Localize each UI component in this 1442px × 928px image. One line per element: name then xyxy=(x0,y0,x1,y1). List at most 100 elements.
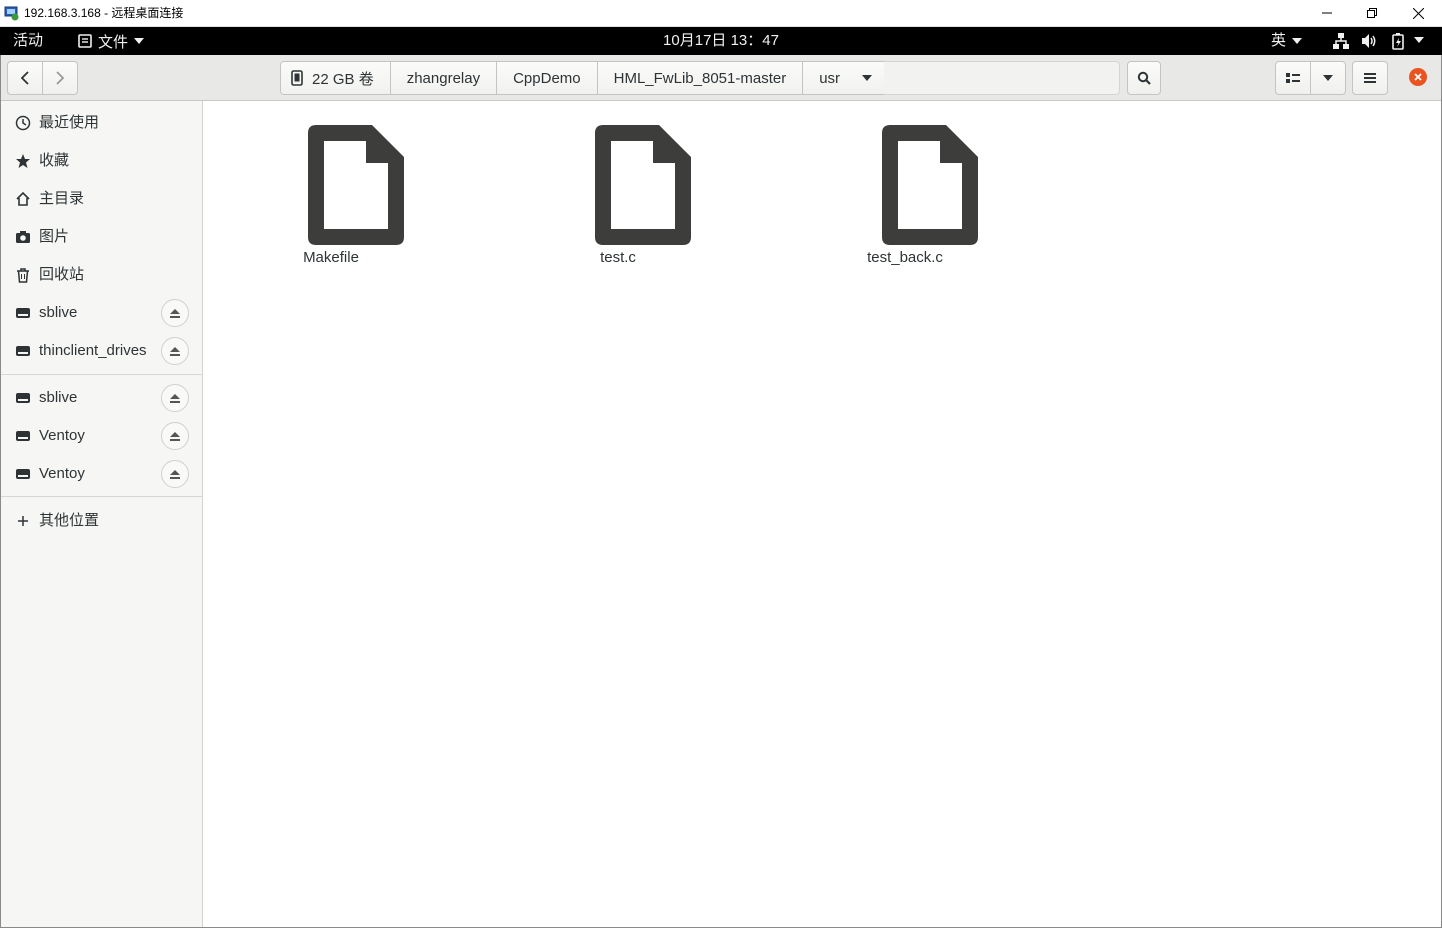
eject-icon xyxy=(170,431,180,441)
path-crumb-hml-fwlib[interactable]: HML_FwLib_8051-master xyxy=(597,62,804,94)
search-button[interactable] xyxy=(1127,61,1161,95)
search-icon xyxy=(1137,71,1151,85)
list-view-icon xyxy=(1286,73,1300,83)
chevron-down-icon[interactable] xyxy=(862,75,873,81)
file-name: test_back.c xyxy=(867,249,943,266)
clock-icon xyxy=(15,115,31,131)
sidebar-item-starred[interactable]: 收藏 xyxy=(1,142,203,180)
sidebar-item-device[interactable]: Ventoy xyxy=(1,455,203,493)
file-view[interactable]: Makefile test.c test_back.c xyxy=(204,101,1441,927)
sidebar-item-label: Ventoy xyxy=(39,427,85,444)
star-icon xyxy=(16,154,30,168)
drive-icon xyxy=(16,469,30,479)
clock[interactable]: 10月17日 13：47 xyxy=(0,31,1442,51)
path-crumb-usr[interactable]: usr xyxy=(803,62,889,94)
file-name: Makefile xyxy=(303,249,359,266)
sidebar-item-label: 最近使用 xyxy=(39,114,100,131)
input-method-menu[interactable]: 英 xyxy=(1271,31,1303,51)
drive-icon xyxy=(16,346,30,356)
sidebar-item-label: 其他位置 xyxy=(39,512,100,529)
hamburger-menu-icon xyxy=(1364,73,1376,83)
places-sidebar: 最近使用 收藏 主目录 图片 回收站 sblive thinclient_dri… xyxy=(1,101,203,927)
battery-icon[interactable] xyxy=(1389,32,1407,50)
eject-icon xyxy=(170,393,180,403)
chevron-down-icon[interactable] xyxy=(1414,37,1424,43)
path-crumb-cppdemo[interactable]: CppDemo xyxy=(497,62,598,94)
network-icon[interactable] xyxy=(1332,32,1350,50)
sidebar-item-label: Ventoy xyxy=(39,465,85,482)
path-crumb-label: usr xyxy=(819,69,841,87)
back-icon xyxy=(20,71,29,85)
sidebar-item-label: 回收站 xyxy=(39,266,85,283)
chevron-down-icon xyxy=(1292,38,1303,44)
chevron-down-icon xyxy=(1323,75,1333,81)
close-icon xyxy=(1414,73,1422,81)
sidebar-item-home[interactable]: 主目录 xyxy=(1,180,203,218)
minimize-button[interactable] xyxy=(1304,0,1350,26)
path-crumb-label: 22 GB 卷 xyxy=(312,70,374,88)
sidebar-item-label: 主目录 xyxy=(39,190,85,207)
close-icon xyxy=(1412,7,1424,19)
path-crumb-volume[interactable]: 22 GB 卷 xyxy=(281,62,391,94)
file-item-test-c[interactable]: test.c xyxy=(543,125,693,275)
drive-icon xyxy=(16,308,30,318)
minimize-icon xyxy=(1322,12,1332,14)
gnome-top-bar: 活动 文件 10月17日 13：47 英 xyxy=(0,27,1442,55)
home-icon xyxy=(16,191,30,206)
sidebar-item-network-drive[interactable]: thinclient_drives xyxy=(1,332,203,370)
sidebar-item-device[interactable]: Ventoy xyxy=(1,417,203,455)
sidebar-item-trash[interactable]: 回收站 xyxy=(1,256,203,294)
file-name: test.c xyxy=(600,249,636,266)
input-method-label: 英 xyxy=(1271,32,1287,49)
forward-icon xyxy=(56,71,65,85)
path-crumb-label: HML_FwLib_8051-master xyxy=(613,69,787,87)
window-border xyxy=(0,55,1,928)
rdp-close-button[interactable] xyxy=(1395,0,1441,26)
file-item-test-back-c[interactable]: test_back.c xyxy=(830,125,980,275)
plus-icon xyxy=(18,516,28,526)
eject-button[interactable] xyxy=(161,460,189,488)
path-bar-empty-area[interactable] xyxy=(884,61,1120,95)
path-crumb-zhangrelay[interactable]: zhangrelay xyxy=(390,62,498,94)
restore-button[interactable] xyxy=(1349,0,1395,26)
rdp-window-title: 192.168.3.168 - 远程桌面连接 xyxy=(24,6,184,20)
back-button[interactable] xyxy=(7,61,43,95)
window-close-button[interactable] xyxy=(1409,68,1427,86)
document-icon xyxy=(308,125,404,245)
eject-icon xyxy=(170,308,180,318)
eject-button[interactable] xyxy=(161,422,189,450)
forward-button[interactable] xyxy=(42,61,78,95)
sidebar-item-label: 图片 xyxy=(39,228,70,245)
files-header-bar: 22 GB 卷 zhangrelay CppDemo HML_FwLib_805… xyxy=(0,55,1442,101)
volume-icon[interactable] xyxy=(1360,32,1378,50)
sidebar-item-other-locations[interactable]: 其他位置 xyxy=(1,502,203,540)
sidebar-item-label: sblive xyxy=(39,389,78,406)
sidebar-item-label: thinclient_drives xyxy=(39,342,147,359)
eject-button[interactable] xyxy=(161,299,189,327)
rdp-window-titlebar[interactable]: 192.168.3.168 - 远程桌面连接 xyxy=(0,0,1442,27)
view-toggle-button[interactable] xyxy=(1275,61,1311,95)
view-options-button[interactable] xyxy=(1310,61,1346,95)
eject-icon xyxy=(170,346,180,356)
sidebar-item-device[interactable]: sblive xyxy=(1,379,203,417)
sidebar-separator xyxy=(1,496,203,497)
eject-button[interactable] xyxy=(161,384,189,412)
eject-button[interactable] xyxy=(161,337,189,365)
trash-icon xyxy=(17,268,29,283)
drive-icon xyxy=(16,431,30,441)
sidebar-item-network-drive[interactable]: sblive xyxy=(1,294,203,332)
file-item-makefile[interactable]: Makefile xyxy=(256,125,406,275)
sidebar-item-pictures[interactable]: 图片 xyxy=(1,218,203,256)
path-crumb-label: zhangrelay xyxy=(406,69,481,87)
restore-icon xyxy=(1367,8,1377,18)
eject-icon xyxy=(170,469,180,479)
sidebar-separator xyxy=(1,374,203,375)
sidebar-item-label: sblive xyxy=(39,304,78,321)
main-menu-button[interactable] xyxy=(1352,61,1388,95)
path-crumb-label: CppDemo xyxy=(513,69,581,87)
drive-icon xyxy=(291,70,303,86)
camera-icon xyxy=(16,231,30,243)
document-icon xyxy=(595,125,691,245)
sidebar-item-recent[interactable]: 最近使用 xyxy=(1,104,203,142)
drive-icon xyxy=(16,393,30,403)
